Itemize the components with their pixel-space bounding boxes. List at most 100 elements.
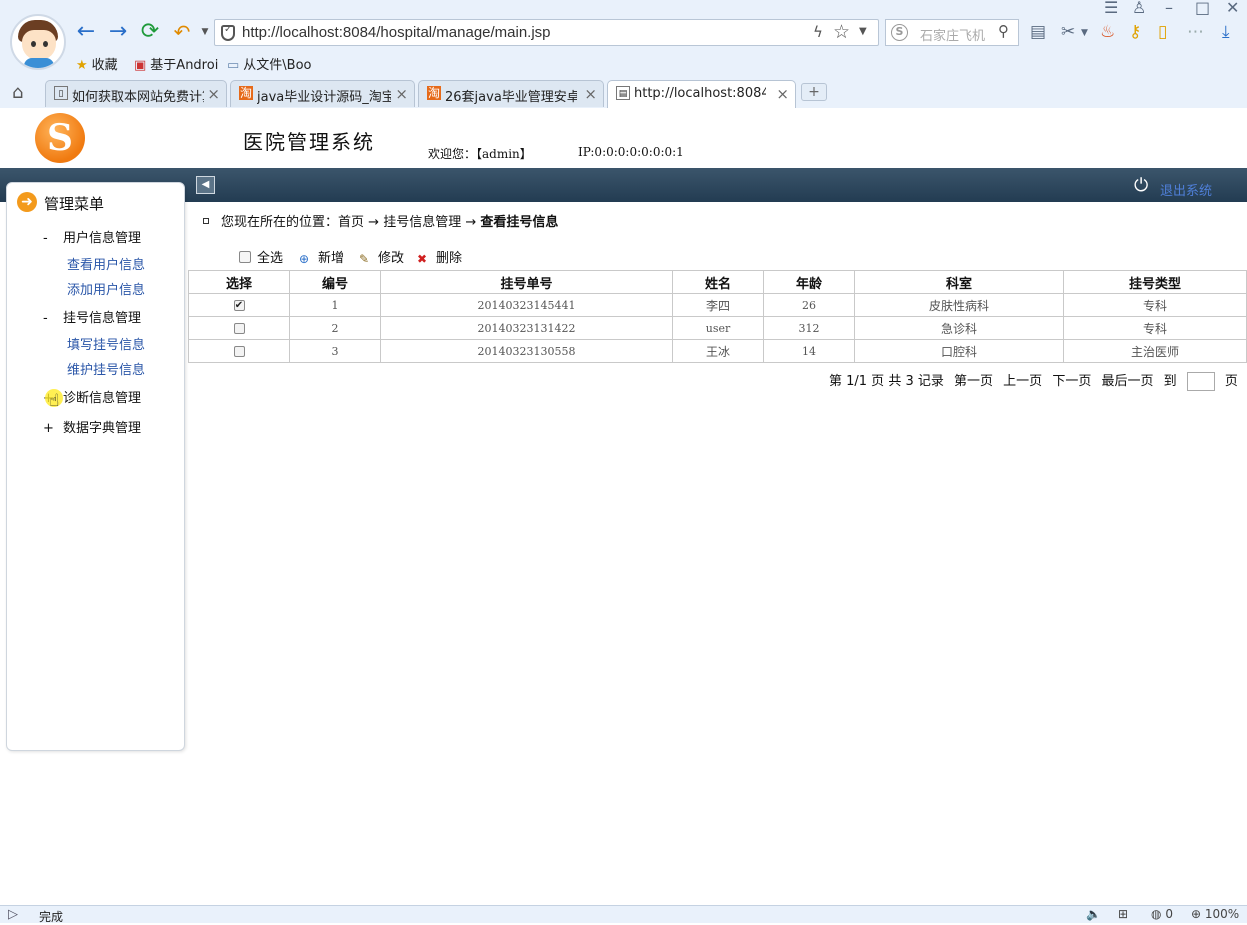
sidebar-group-user[interactable]: - 用户信息管理 bbox=[43, 227, 141, 246]
edit-button[interactable]: ✎ 修改 bbox=[359, 247, 404, 266]
star-icon[interactable]: ☆ bbox=[833, 21, 850, 43]
search-box[interactable]: S 石家庄飞机 ⚲ bbox=[885, 19, 1019, 46]
zoom-control[interactable]: ⊕ 100% bbox=[1191, 907, 1239, 921]
logout-label: 退出系统 bbox=[1160, 184, 1213, 199]
search-icon[interactable]: ⚲ bbox=[998, 22, 1009, 40]
maximize-icon[interactable]: □ bbox=[1195, 0, 1210, 17]
table-row[interactable]: 3 20140323130558 王冰 14 口腔科 主治医师 bbox=[188, 339, 1247, 363]
bookmark-favorites[interactable]: ★ 收藏 bbox=[76, 54, 118, 73]
cell-dept: 皮肤性病科 bbox=[854, 293, 1064, 317]
cell-name: 李四 bbox=[672, 293, 764, 317]
expand-icon[interactable]: + bbox=[43, 421, 63, 436]
delete-icon: ✖ bbox=[417, 252, 428, 266]
taobao-icon: 淘 bbox=[427, 86, 441, 100]
tab-taobao-source[interactable]: 淘 java毕业设计源码_淘宝 × bbox=[230, 80, 415, 107]
cell-reg-no: 20140323131422 bbox=[380, 316, 673, 340]
main-content: 您现在所在的位置：首页 → 挂号信息管理 → 查看挂号信息 全选 ⊕ 新增 ✎ 修改… bbox=[187, 202, 1247, 902]
cell-type: 专科 bbox=[1063, 293, 1247, 317]
select-all-checkbox[interactable]: 全选 bbox=[239, 247, 283, 266]
cell-type: 主治医师 bbox=[1063, 339, 1247, 363]
adblock-count[interactable]: ◍ 0 bbox=[1151, 907, 1173, 921]
page-number-input[interactable] bbox=[1186, 372, 1215, 391]
cell-dept: 急诊科 bbox=[854, 316, 1064, 340]
checkbox[interactable] bbox=[239, 251, 251, 263]
close-tab-icon[interactable]: × bbox=[395, 85, 408, 103]
cell-id: 3 bbox=[289, 339, 381, 363]
chevron-down-icon[interactable]: ▼ bbox=[1081, 28, 1088, 38]
phone-icon[interactable]: ▯ bbox=[1158, 22, 1167, 42]
row-checkbox[interactable] bbox=[233, 346, 245, 357]
tab-bar: ⌂ ▯ 如何获取本网站免费计算 × 淘 java毕业设计源码_淘宝 × 淘 26… bbox=[0, 79, 1247, 108]
breadcrumb-home[interactable]: 首页 bbox=[338, 215, 364, 230]
status-bar: ▷ 完成 🔈 ⊞ ◍ 0 ⊕ 100% bbox=[0, 905, 1247, 924]
close-tab-icon[interactable]: × bbox=[776, 85, 789, 103]
scissors-icon[interactable]: ✂ bbox=[1061, 22, 1075, 42]
refresh-icon[interactable]: ⟳ bbox=[138, 20, 162, 44]
play-icon[interactable]: ▷ bbox=[8, 907, 18, 922]
back-icon[interactable]: ← bbox=[74, 20, 98, 44]
col-select: 选择 bbox=[188, 270, 290, 294]
sidebar-item-add-user[interactable]: 添加用户信息 bbox=[67, 279, 145, 298]
more-icon[interactable]: ⋯ bbox=[1187, 22, 1204, 42]
address-bar[interactable]: http://localhost:8084/hospital/manage/ma… bbox=[214, 19, 879, 46]
close-tab-icon[interactable]: × bbox=[584, 85, 597, 103]
welcome-text: 欢迎您：【admin】 bbox=[428, 147, 532, 161]
cell-dept: 口腔科 bbox=[854, 339, 1064, 363]
chevron-down-icon[interactable]: ▼ bbox=[859, 26, 867, 37]
volume-icon[interactable]: 🔈 bbox=[1086, 907, 1101, 921]
row-checkbox[interactable] bbox=[233, 323, 245, 334]
skin-icon[interactable]: ♙ bbox=[1132, 0, 1146, 17]
breadcrumb-section[interactable]: 挂号信息管理 bbox=[383, 215, 461, 230]
url-text[interactable]: http://localhost:8084/hospital/manage/ma… bbox=[242, 24, 551, 41]
status-text: 完成 bbox=[39, 910, 64, 924]
delete-button[interactable]: ✖ 删除 bbox=[417, 247, 462, 266]
registration-table: 选择 编号 挂号单号 姓名 年龄 科室 挂号类型 ✔ 1 20140323145… bbox=[188, 270, 1247, 363]
breadcrumb-current: 查看挂号信息 bbox=[480, 215, 559, 230]
sidebar-item-maintain-registration[interactable]: 维护挂号信息 bbox=[67, 359, 145, 378]
tab-taobao-android[interactable]: 淘 26套java毕业管理安卓js × bbox=[418, 80, 604, 107]
tab-free-tips[interactable]: ▯ 如何获取本网站免费计算 × bbox=[45, 80, 227, 107]
cell-id: 1 bbox=[289, 293, 381, 317]
bookmark-folder[interactable]: ▭ 从文件\Boo bbox=[227, 54, 312, 73]
cell-id: 2 bbox=[289, 316, 381, 340]
mouse-cursor-icon: ☝ bbox=[45, 389, 67, 413]
table-row[interactable]: ✔ 1 20140323145441 李四 26 皮肤性病科 专科 bbox=[188, 293, 1247, 317]
search-engine-icon[interactable]: S bbox=[891, 24, 908, 41]
row-checkbox[interactable]: ✔ bbox=[233, 300, 245, 311]
close-icon[interactable]: ✕ bbox=[1226, 0, 1239, 17]
menu-title: 管理菜单 bbox=[44, 195, 105, 213]
collapse-sidebar-button[interactable]: ◀ bbox=[196, 176, 215, 194]
key-icon[interactable]: ⚷ bbox=[1129, 22, 1141, 42]
collapse-icon[interactable]: - bbox=[43, 311, 63, 326]
last-page-link[interactable]: 最后一页 bbox=[1101, 374, 1153, 389]
close-tab-icon[interactable]: × bbox=[207, 85, 220, 103]
app-logo: S bbox=[35, 113, 85, 163]
add-button[interactable]: ⊕ 新增 bbox=[299, 247, 344, 266]
user-avatar[interactable] bbox=[10, 14, 66, 70]
forward-icon[interactable]: → bbox=[106, 20, 130, 44]
minimize-icon[interactable]: – bbox=[1165, 0, 1173, 17]
sidebar-group-registration[interactable]: - 挂号信息管理 bbox=[43, 307, 141, 326]
first-page-link[interactable]: 第一页 bbox=[954, 374, 993, 389]
breadcrumb: 您现在所在的位置：首页 → 挂号信息管理 → 查看挂号信息 bbox=[203, 211, 558, 230]
menu-icon[interactable]: ☰ bbox=[1104, 0, 1118, 17]
collapse-icon[interactable]: - bbox=[43, 231, 63, 246]
search-input[interactable]: 石家庄飞机 bbox=[920, 25, 992, 44]
bookmark-android[interactable]: ▣ 基于Androi bbox=[134, 54, 218, 73]
next-page-link[interactable]: 下一页 bbox=[1052, 374, 1091, 389]
col-name: 姓名 bbox=[672, 270, 764, 294]
weibo-icon[interactable]: ♨ bbox=[1100, 22, 1115, 42]
sidebar-item-view-users[interactable]: 查看用户信息 bbox=[67, 254, 145, 273]
prev-page-link[interactable]: 上一页 bbox=[1003, 374, 1042, 389]
tab-localhost[interactable]: ▤ http://localhost:8084/h × bbox=[607, 80, 796, 108]
new-tab-button[interactable]: + bbox=[801, 83, 827, 101]
download-icon[interactable]: ⤓ bbox=[1222, 22, 1230, 42]
table-row[interactable]: 2 20140323131422 user 312 急诊科 专科 bbox=[188, 316, 1247, 340]
home-icon[interactable]: ⌂ bbox=[12, 82, 23, 103]
reader-icon[interactable]: ▤ bbox=[1030, 22, 1046, 42]
network-icon[interactable]: ⊞ bbox=[1118, 907, 1128, 921]
lightning-icon[interactable]: ϟ bbox=[813, 23, 823, 41]
sidebar-item-fill-registration[interactable]: 填写挂号信息 bbox=[67, 334, 145, 353]
sidebar-group-dictionary[interactable]: + 数据字典管理 bbox=[43, 417, 141, 436]
undo-close-icon[interactable]: ↶ bbox=[170, 20, 194, 44]
